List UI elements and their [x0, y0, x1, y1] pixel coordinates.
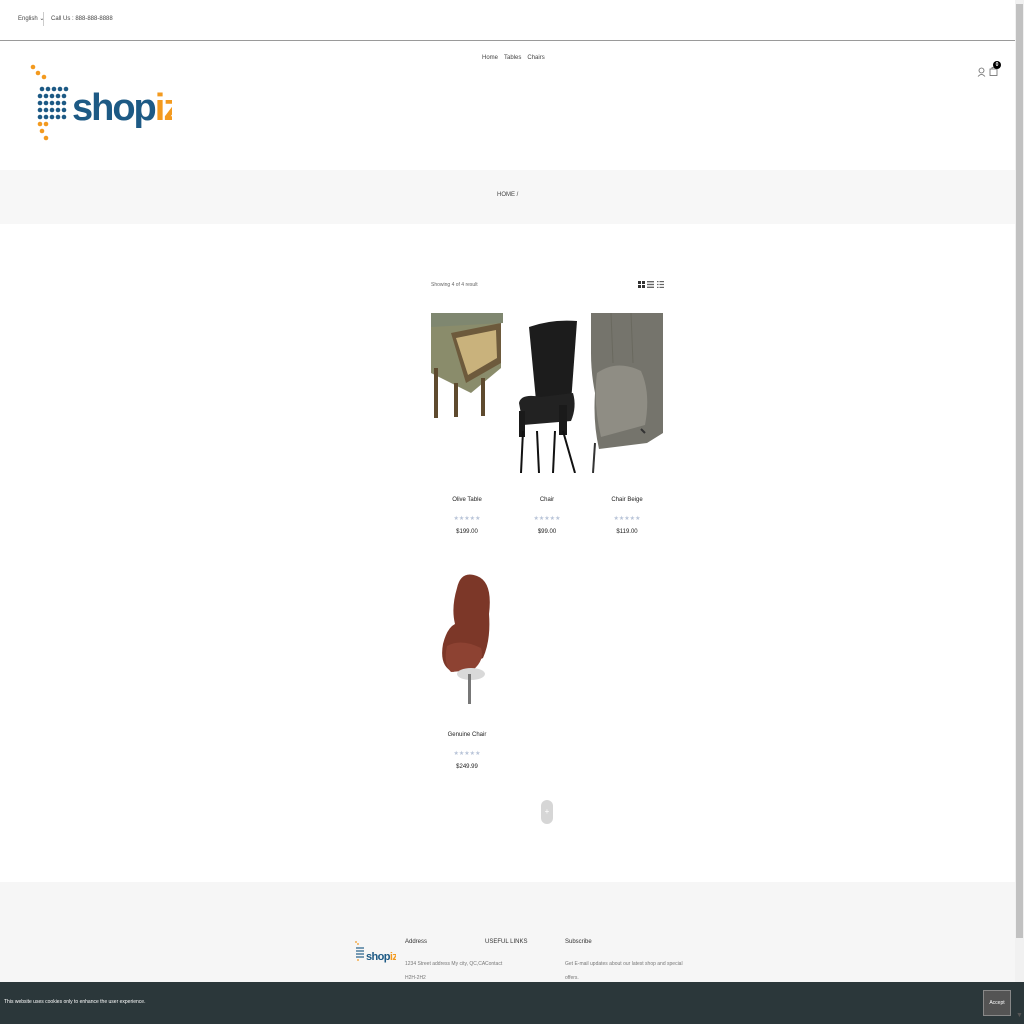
shop-page: English ⌄ Call Us : 888-888-8888 shopize… [0, 0, 1015, 1024]
breadcrumb-area: HOME / [0, 170, 1015, 224]
phone-text: Call Us : 888-888-8888 [51, 16, 113, 22]
product-card[interactable]: Olive Table ★★★★★ $199.00 [431, 313, 503, 535]
scrollbar-thumb[interactable] [1016, 4, 1023, 938]
result-count: Showing 4 of 4 result [431, 282, 478, 288]
scroll-top-button[interactable]: + [541, 800, 553, 824]
scroll-down-arrow-icon[interactable]: ▼ [1015, 1008, 1024, 1024]
footer-address-line1: 1234 Street address My city, QC,CA [405, 961, 486, 967]
grid-3-icon[interactable] [647, 281, 654, 288]
product-price: $199.00 [456, 529, 478, 535]
breadcrumb[interactable]: HOME / [497, 192, 518, 198]
svg-text:shopizer: shopizer [72, 87, 172, 129]
product-card[interactable]: Chair ★★★★★ $99.00 [511, 313, 583, 535]
product-price: $249.99 [456, 764, 478, 770]
nav-chairs[interactable]: Chairs [527, 55, 544, 61]
product-name[interactable]: Chair [511, 497, 583, 506]
footer-subscribe-title: Subscribe [565, 939, 592, 945]
grid-4-icon[interactable] [638, 281, 645, 288]
nav-home[interactable]: Home [482, 55, 498, 61]
product-price: $119.00 [616, 529, 638, 535]
cookie-banner: This website uses cookies only to enhanc… [0, 982, 1024, 1024]
top-bar: English ⌄ Call Us : 888-888-8888 [0, 0, 1015, 41]
svg-text:shopizer: shopizer [366, 951, 396, 963]
footer-subscribe-text: Get E-mail updates about our latest shop… [565, 961, 683, 967]
list-icon[interactable] [657, 281, 664, 288]
product-image[interactable] [431, 548, 503, 708]
rating-stars-icon: ★★★★★ [613, 516, 641, 522]
product-name[interactable]: Olive Table [431, 497, 503, 506]
product-image[interactable] [511, 313, 583, 474]
product-card[interactable]: Chair Beige ★★★★★ $119.00 [591, 312, 663, 535]
footer-address-title: Address [405, 939, 428, 945]
product-image[interactable] [591, 312, 663, 474]
product-name[interactable]: Genuine Chair [431, 732, 503, 741]
rating-stars-icon: ★★★★★ [533, 516, 561, 522]
language-selector[interactable]: English ⌄ [18, 15, 44, 22]
product-card[interactable]: Genuine Chair ★★★★★ $249.99 [431, 548, 503, 770]
user-icon[interactable] [977, 67, 986, 77]
cart-count-badge: 0 [993, 61, 1001, 69]
rating-stars-icon: ★★★★★ [453, 516, 481, 522]
nav-tables[interactable]: Tables [504, 55, 521, 61]
cookie-text: This website uses cookies only to enhanc… [4, 999, 146, 1005]
product-image[interactable] [431, 313, 503, 473]
main-nav: Home Tables Chairs [482, 55, 545, 61]
topbar-divider [43, 12, 44, 26]
product-name[interactable]: Chair Beige [591, 497, 663, 506]
footer-logo[interactable]: shopizer [354, 940, 396, 966]
footer-links-title: USEFUL LINKS [485, 939, 528, 945]
rating-stars-icon: ★★★★★ [453, 751, 481, 757]
product-price: $99.00 [537, 529, 557, 535]
shopizer-logo[interactable]: shopizer [30, 64, 172, 144]
logo-dots-icon [30, 64, 69, 141]
accept-cookies-button[interactable]: Accept [983, 990, 1011, 1016]
footer-link-contact[interactable]: Contact [485, 957, 502, 971]
